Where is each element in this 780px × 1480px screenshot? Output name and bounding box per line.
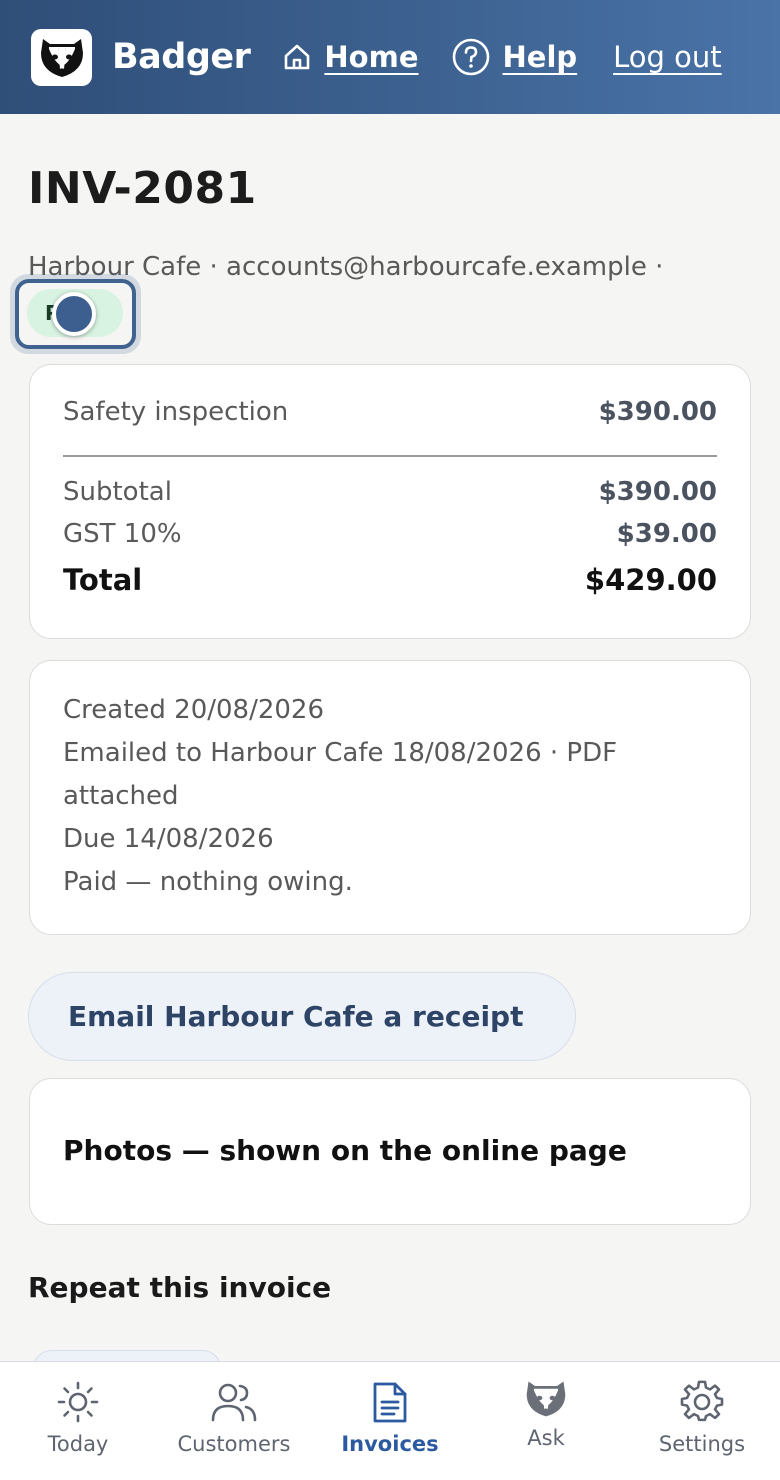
tab-ask-label: Ask: [527, 1426, 565, 1450]
badger-icon: [526, 1381, 566, 1417]
users-icon: [211, 1383, 257, 1422]
top-nav: Home Help Log out: [282, 37, 722, 77]
history-paid: Paid — nothing owing.: [63, 867, 353, 897]
tab-settings-label: Settings: [658, 1432, 746, 1456]
history-created: Created 20/08/2026: [63, 695, 325, 725]
nav-home-link[interactable]: Home: [282, 40, 419, 74]
photos-title: Photos — shown on the online page: [63, 1134, 627, 1167]
tax-value: $39.00: [616, 519, 717, 549]
brand-name: Badger: [112, 37, 251, 77]
nav-home-label: Home: [324, 40, 419, 74]
subtotal-row: Subtotal $390.00: [63, 477, 717, 507]
photos-card[interactable]: Photos — shown on the online page: [29, 1078, 751, 1225]
tab-ask[interactable]: Ask: [468, 1362, 624, 1480]
subtotal-value: $390.00: [598, 477, 717, 507]
tab-settings[interactable]: Settings: [624, 1362, 780, 1480]
tab-customers-label: Customers: [177, 1432, 291, 1456]
total-value: $429.00: [584, 563, 717, 597]
invoice-history-card: Created 20/08/2026 Emailed to Harbour Ca…: [29, 660, 751, 935]
invoice-detail-screen: Badger Home Help Log out INV-2081 Harbou…: [0, 0, 780, 1480]
history-emailed: Emailed to Harbour Cafe 18/08/2026 · PDF…: [63, 738, 618, 811]
tab-invoices-label: Invoices: [341, 1432, 439, 1456]
repeat-invoice-heading: Repeat this invoice: [28, 1271, 332, 1304]
tab-today-label: Today: [47, 1432, 109, 1456]
nav-logout-label: Log out: [613, 40, 722, 74]
gear-icon: [680, 1380, 724, 1422]
totals-card: Safety inspection $390.00 Subtotal $390.…: [29, 364, 751, 639]
nav-help-link[interactable]: Help: [451, 37, 578, 77]
touch-cursor-indicator: [52, 292, 96, 336]
email-receipt-label: Email Harbour Cafe a receipt: [68, 1000, 524, 1033]
tab-today[interactable]: Today: [0, 1362, 156, 1480]
tab-customers[interactable]: Customers: [156, 1362, 312, 1480]
line-item-row: Safety inspection $390.00: [63, 397, 717, 427]
badger-logo-icon[interactable]: [31, 28, 92, 86]
bottom-tab-bar: Today Customers Invoices Ask Settings: [0, 1361, 780, 1480]
line-item-amount: $390.00: [598, 397, 717, 427]
tax-row: GST 10% $39.00: [63, 519, 717, 549]
subtotal-label: Subtotal: [63, 477, 172, 507]
document-icon: [373, 1382, 407, 1423]
tab-invoices[interactable]: Invoices: [312, 1362, 468, 1480]
history-lines: Created 20/08/2026 Emailed to Harbour Ca…: [63, 689, 717, 904]
help-icon: [452, 38, 489, 76]
home-icon: [285, 44, 310, 70]
totals-divider: [63, 455, 717, 457]
nav-help-label: Help: [502, 40, 578, 74]
total-label: Total: [63, 563, 143, 597]
history-due: Due 14/08/2026: [63, 824, 274, 854]
app-header: Badger Home Help Log out: [0, 0, 780, 114]
invoice-number-title: INV-2081: [28, 163, 257, 214]
line-item-description: Safety inspection: [63, 397, 289, 427]
nav-logout-link[interactable]: Log out: [613, 40, 722, 74]
tax-label: GST 10%: [63, 519, 182, 549]
email-receipt-button[interactable]: Email Harbour Cafe a receipt: [28, 972, 576, 1061]
total-row: Total $429.00: [63, 563, 717, 597]
sun-icon: [57, 1381, 99, 1423]
